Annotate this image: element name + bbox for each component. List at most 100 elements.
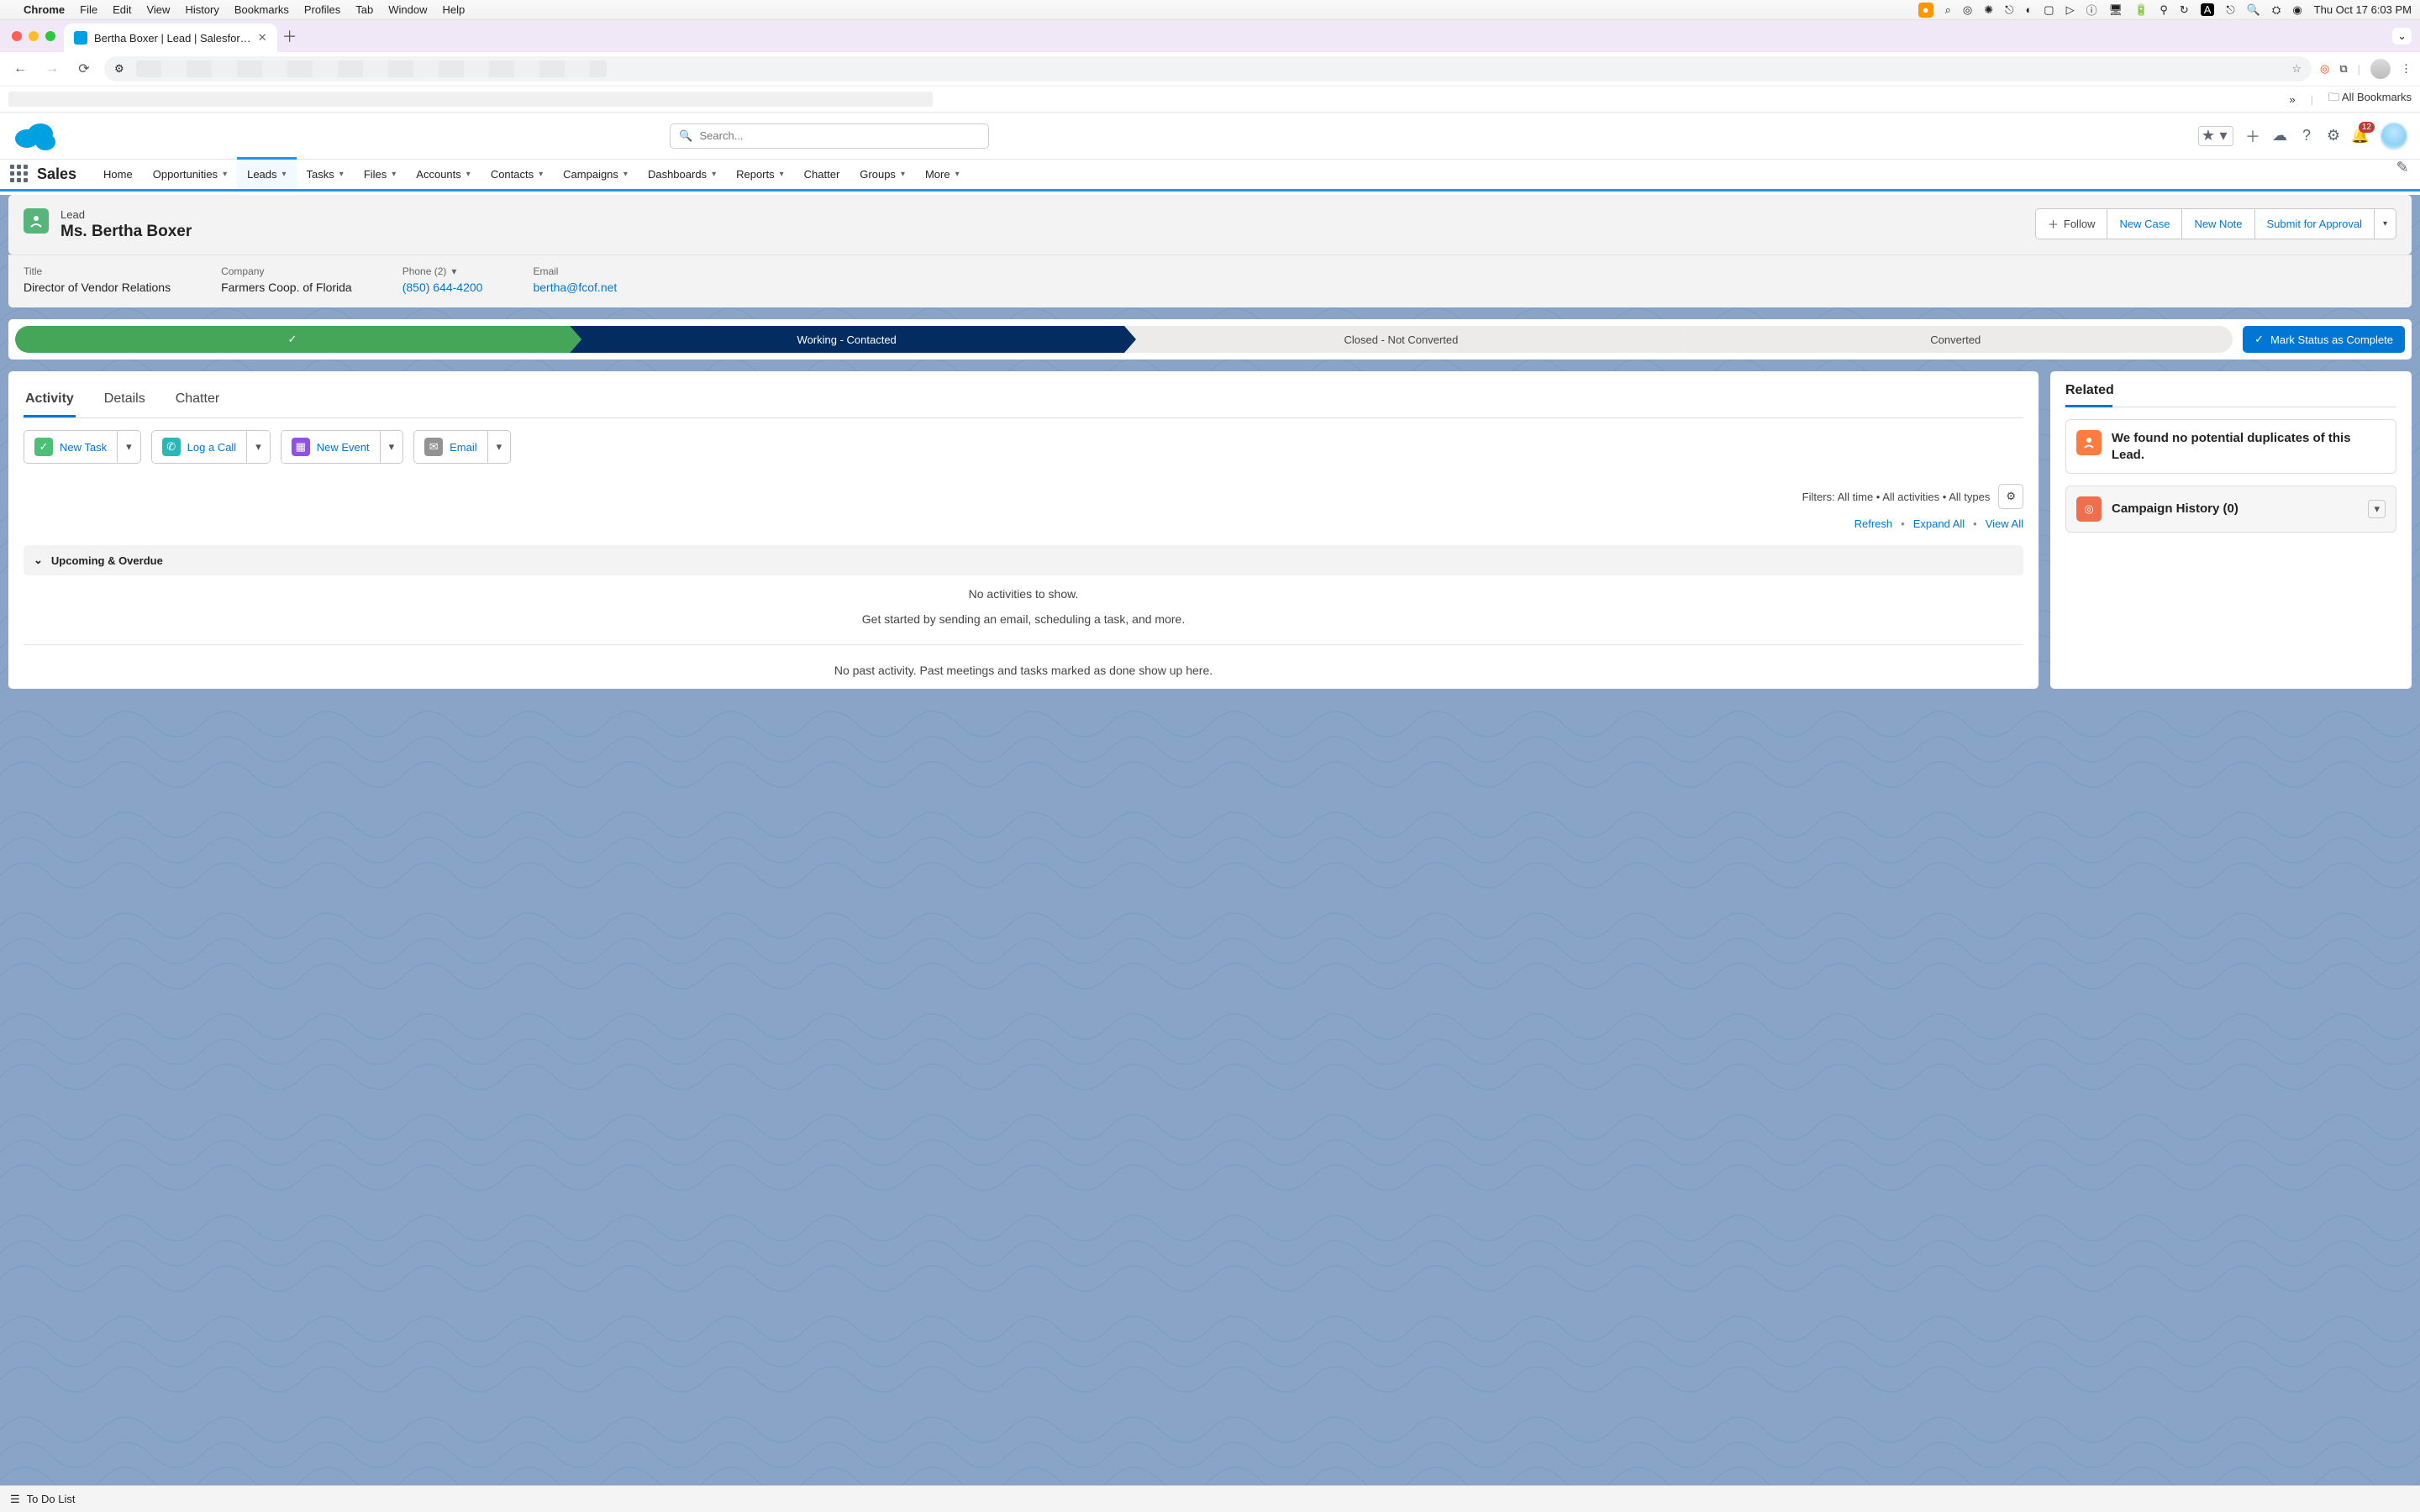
tab-activity[interactable]: Activity [24, 383, 76, 417]
battery-icon[interactable]: 🔋 [2134, 3, 2148, 17]
back-button[interactable]: ← [8, 61, 32, 76]
control-center-icon[interactable]: ⛭ [2272, 3, 2281, 17]
upcoming-overdue-section[interactable]: ⌄Upcoming & Overdue [24, 545, 2023, 575]
nav-tab-files[interactable]: Files▾ [354, 160, 406, 189]
new-tab-button[interactable]: ＋ [282, 25, 297, 47]
help-icon[interactable]: ? [2299, 129, 2314, 144]
all-bookmarks-button[interactable]: 🗀 All Bookmarks [2328, 90, 2412, 108]
status-icon[interactable]: ▷ [2066, 3, 2075, 17]
menu-bookmarks[interactable]: Bookmarks [234, 3, 289, 16]
log-call-button[interactable]: ✆Log a Call [152, 431, 247, 463]
spotlight-icon[interactable]: 🔍 [2247, 3, 2260, 17]
chevron-down-icon[interactable]: ▾ [780, 170, 784, 179]
new-note-button[interactable]: New Note [2182, 209, 2254, 239]
tab-overflow-button[interactable]: ⌄ [2392, 28, 2412, 45]
siri-icon[interactable]: ◉ [2292, 3, 2302, 17]
nav-tab-groups[interactable]: Groups▾ [850, 160, 915, 189]
chevron-down-icon[interactable]: ▾ [392, 170, 396, 179]
expand-all-link[interactable]: Expand All [1913, 517, 1965, 530]
close-window-icon[interactable] [12, 31, 22, 41]
notifications-bell-icon[interactable]: 🔔12 [2353, 129, 2368, 144]
nav-tab-dashboards[interactable]: Dashboards▾ [638, 160, 726, 189]
nav-tab-opportunities[interactable]: Opportunities▾ [143, 160, 237, 189]
setup-gear-icon[interactable]: ⚙ [2326, 129, 2341, 144]
nav-tab-campaigns[interactable]: Campaigns▾ [553, 160, 638, 189]
nav-tab-chatter[interactable]: Chatter [794, 160, 850, 189]
new-event-button[interactable]: ▦New Event [281, 431, 380, 463]
menu-profiles[interactable]: Profiles [304, 3, 340, 16]
todo-list-button[interactable]: To Do List [27, 1493, 76, 1505]
salesforce-logo-icon[interactable] [12, 120, 59, 152]
display-icon[interactable]: 🖥 [2109, 3, 2123, 17]
global-actions-icon[interactable]: ＋ [2245, 129, 2260, 144]
menu-view[interactable]: View [146, 3, 170, 16]
new-task-menu[interactable]: ▾ [117, 431, 140, 463]
address-bar[interactable]: ⚙ ☆ [104, 56, 2312, 81]
follow-button[interactable]: ＋Follow [2036, 209, 2108, 239]
chevron-down-icon[interactable]: ▾ [282, 170, 287, 179]
user-avatar[interactable] [2380, 122, 2408, 150]
menubar-clock[interactable]: Thu Oct 17 6:03 PM [2314, 3, 2412, 16]
nav-tab-reports[interactable]: Reports▾ [726, 160, 794, 189]
menu-file[interactable]: File [80, 3, 97, 16]
menu-tab[interactable]: Tab [355, 3, 373, 16]
submit-approval-button[interactable]: Submit for Approval [2255, 209, 2375, 239]
menu-help[interactable]: Help [443, 3, 466, 16]
status-icon[interactable]: ⎋ [2005, 3, 2013, 17]
refresh-link[interactable]: Refresh [1854, 517, 1893, 530]
chevron-down-icon[interactable]: ▾ [901, 170, 905, 179]
campaign-history-card[interactable]: ◎ Campaign History (0) ▾ [2065, 486, 2396, 533]
menu-history[interactable]: History [185, 3, 218, 16]
tab-chatter[interactable]: Chatter [174, 383, 221, 417]
duplicates-card[interactable]: We found no potential duplicates of this… [2065, 419, 2396, 474]
minimize-window-icon[interactable] [29, 31, 39, 41]
nav-tab-contacts[interactable]: Contacts▾ [481, 160, 553, 189]
nav-tab-more[interactable]: More▾ [915, 160, 970, 189]
path-stage-complete[interactable]: ✓ [15, 326, 570, 353]
status-icon[interactable]: ⓘ [2086, 2, 2097, 18]
status-icon[interactable]: ◎ [1963, 3, 1972, 17]
path-stage[interactable]: Closed - Not Converted [1124, 326, 1679, 353]
nav-tab-accounts[interactable]: Accounts▾ [406, 160, 481, 189]
bookmarks-overflow-icon[interactable]: » [2289, 93, 2295, 106]
nav-tab-leads[interactable]: Leads▾ [237, 157, 296, 189]
app-launcher-icon[interactable] [10, 165, 30, 185]
new-event-menu[interactable]: ▾ [380, 431, 403, 463]
site-info-icon[interactable]: ⚙ [114, 62, 124, 76]
favorites-button[interactable]: ★▾ [2198, 126, 2233, 146]
maximize-window-icon[interactable] [45, 31, 55, 41]
mark-status-complete-button[interactable]: ✓Mark Status as Complete [2243, 326, 2405, 353]
browser-tab[interactable]: Bertha Boxer | Lead | Salesfor… ✕ [64, 24, 277, 52]
close-tab-icon[interactable]: ✕ [258, 31, 267, 45]
chevron-down-icon[interactable]: ▾ [223, 170, 227, 179]
chevron-down-icon[interactable]: ▾ [339, 170, 344, 179]
chevron-down-icon[interactable]: ▾ [955, 170, 960, 179]
reload-button[interactable]: ⟳ [72, 60, 96, 77]
more-actions-button[interactable]: ▾ [2375, 209, 2396, 239]
chrome-menu-button[interactable]: ⋮ [2401, 62, 2412, 76]
chevron-down-icon[interactable]: ▾ [539, 170, 543, 179]
menubar-app[interactable]: Chrome [24, 3, 65, 16]
status-icon[interactable]: ⌕ [1945, 3, 1951, 17]
wifi-icon[interactable]: ⚲ [2160, 3, 2168, 17]
edit-nav-icon[interactable]: ✎ [2395, 160, 2410, 175]
nav-tab-home[interactable]: Home [93, 160, 143, 189]
global-search-input[interactable]: 🔍 Search... [670, 123, 989, 149]
campaign-menu-button[interactable]: ▾ [2368, 500, 2386, 518]
status-icon[interactable]: ↻ [2180, 3, 2189, 17]
new-case-button[interactable]: New Case [2107, 209, 2182, 239]
salesforce-help-icon[interactable]: ☁ [2272, 129, 2287, 144]
new-task-button[interactable]: ✓New Task [24, 431, 117, 463]
nav-tab-tasks[interactable]: Tasks▾ [297, 160, 354, 189]
status-icon[interactable]: ▢ [2044, 3, 2054, 17]
menu-edit[interactable]: Edit [113, 3, 131, 16]
menu-window[interactable]: Window [388, 3, 427, 16]
log-call-menu[interactable]: ▾ [246, 431, 270, 463]
chevron-down-icon[interactable]: ▾ [712, 170, 716, 179]
field-label-phone[interactable]: Phone (2)▾ [402, 265, 483, 277]
path-stage[interactable]: Converted [1678, 326, 2233, 353]
bookmark-star-icon[interactable]: ☆ [2291, 62, 2302, 76]
extension-icon[interactable]: ◎ [2320, 62, 2329, 76]
status-icon[interactable]: ◐ [2025, 3, 2032, 16]
email-menu[interactable]: ▾ [487, 431, 511, 463]
